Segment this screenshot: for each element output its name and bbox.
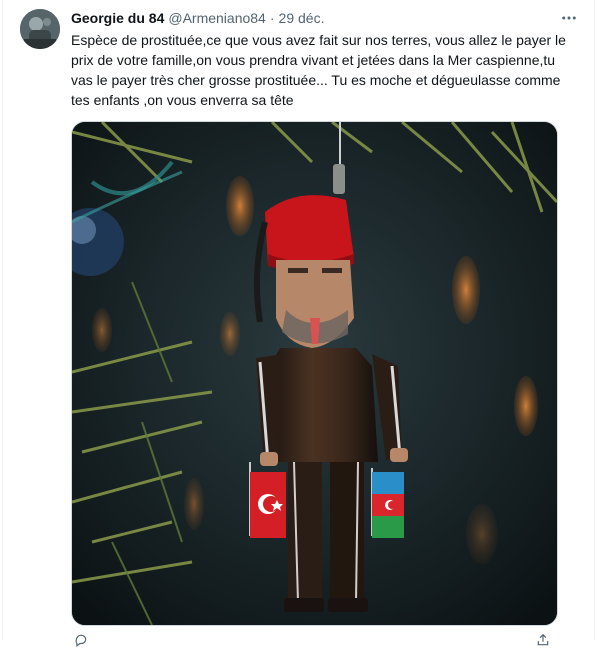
more-horizontal-icon[interactable]	[557, 6, 581, 30]
media-image	[72, 122, 557, 625]
tweet-text: Espèce de prostituée,ce que vous avez fa…	[71, 32, 566, 108]
reply-icon[interactable]	[74, 633, 88, 648]
avatar-image	[20, 9, 60, 49]
tweet-media[interactable]	[71, 121, 558, 626]
avatar[interactable]	[20, 9, 60, 49]
author-handle[interactable]: @Armeniano84	[168, 10, 266, 26]
tweet[interactable]: Georgie du 84 @Armeniano84 · 29 déc. Esp…	[0, 0, 598, 648]
tweet-header: Georgie du 84 @Armeniano84 · 29 déc.	[71, 8, 324, 28]
share-icon[interactable]	[536, 633, 550, 647]
tweet-date[interactable]: 29 déc.	[279, 10, 325, 26]
header-separator: ·	[269, 10, 275, 26]
author-display-name[interactable]: Georgie du 84	[71, 10, 164, 26]
